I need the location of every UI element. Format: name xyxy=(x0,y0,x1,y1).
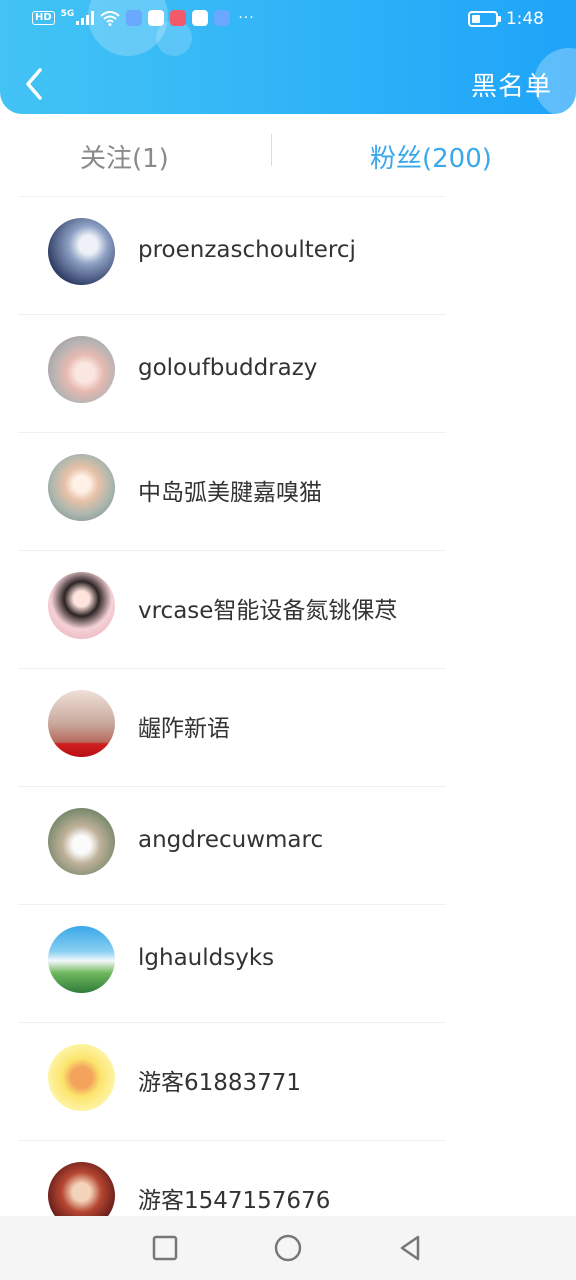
list-item[interactable]: 游客1547157676 xyxy=(18,1140,446,1216)
list-item[interactable]: 游客61883771 xyxy=(18,1022,446,1140)
avatar xyxy=(48,926,115,993)
user-name: 游客1547157676 xyxy=(138,1188,331,1214)
app-root: HD 5G ··· 1:48 黑名单 关注(1) 粉丝(200) proenza… xyxy=(0,0,576,1280)
avatar xyxy=(48,572,115,639)
list-item[interactable]: proenzaschoultercj xyxy=(18,196,446,314)
home-button[interactable] xyxy=(272,1232,304,1264)
network-generation: 5G xyxy=(60,9,75,19)
avatar xyxy=(48,690,115,757)
status-bar: HD 5G ··· 1:48 xyxy=(0,0,576,40)
square-icon xyxy=(152,1235,178,1261)
user-name: 游客61883771 xyxy=(138,1070,302,1096)
list-item[interactable]: angdrecuwmarc xyxy=(18,786,446,904)
avatar xyxy=(48,218,115,285)
list-item[interactable]: 中岛弧美腱嘉嗅猫 xyxy=(18,432,446,550)
recent-apps-button[interactable] xyxy=(149,1232,181,1264)
tab-following[interactable]: 关注(1) xyxy=(80,138,169,175)
music-app-icon xyxy=(126,10,143,26)
battery-icon xyxy=(467,11,501,27)
user-name: 中岛弧美腱嘉嗅猫 xyxy=(138,480,322,506)
user-name: vrcase智能设备氮铫倮荩 xyxy=(138,598,398,624)
user-name: goloufbuddrazy xyxy=(138,355,318,381)
status-right: 1:48 xyxy=(467,9,544,29)
clock: 1:48 xyxy=(505,9,544,29)
header: HD 5G ··· 1:48 黑名单 xyxy=(0,0,576,114)
user-name: angdrecuwmarc xyxy=(138,827,324,853)
triangle-back-icon xyxy=(400,1235,420,1261)
user-name: proenzaschoultercj xyxy=(138,237,356,263)
tab-divider xyxy=(271,134,272,166)
user-name: lghauldsyks xyxy=(138,945,275,971)
avatar xyxy=(48,336,115,403)
wifi-icon xyxy=(100,10,120,26)
list-item[interactable]: 龌阼新语 xyxy=(18,668,446,786)
list-item[interactable]: goloufbuddrazy xyxy=(18,314,446,432)
browser-icon xyxy=(192,10,209,26)
list-item[interactable]: vrcase智能设备氮铫倮荩 xyxy=(18,550,446,668)
avatar xyxy=(48,1162,115,1216)
fans-list: proenzaschoultercj goloufbuddrazy 中岛弧美腱嘉… xyxy=(0,196,576,1216)
more-notifications-icon: ··· xyxy=(238,10,255,26)
list-item[interactable]: lghauldsyks xyxy=(18,904,446,1022)
user-name: 龌阼新语 xyxy=(138,716,230,742)
avatar xyxy=(48,808,115,875)
avatar xyxy=(48,454,115,521)
system-back-button[interactable] xyxy=(394,1232,426,1264)
battery-level xyxy=(471,15,480,23)
hd-badge: HD xyxy=(32,11,55,25)
chevron-left-icon xyxy=(26,68,42,100)
back-button[interactable] xyxy=(18,64,54,104)
circle-icon xyxy=(274,1234,302,1262)
system-nav-bar xyxy=(0,1216,576,1280)
status-left: HD 5G ··· xyxy=(32,9,255,26)
signal-icon xyxy=(76,11,95,25)
tab-fans[interactable]: 粉丝(200) xyxy=(370,138,492,175)
app-icon xyxy=(214,10,231,26)
avatar xyxy=(48,1044,115,1111)
blacklist-button[interactable]: 黑名单 xyxy=(471,66,552,103)
wechat-icon xyxy=(148,10,165,26)
reader-app-icon xyxy=(170,10,187,26)
follow-tabs: 关注(1) 粉丝(200) xyxy=(0,130,576,186)
